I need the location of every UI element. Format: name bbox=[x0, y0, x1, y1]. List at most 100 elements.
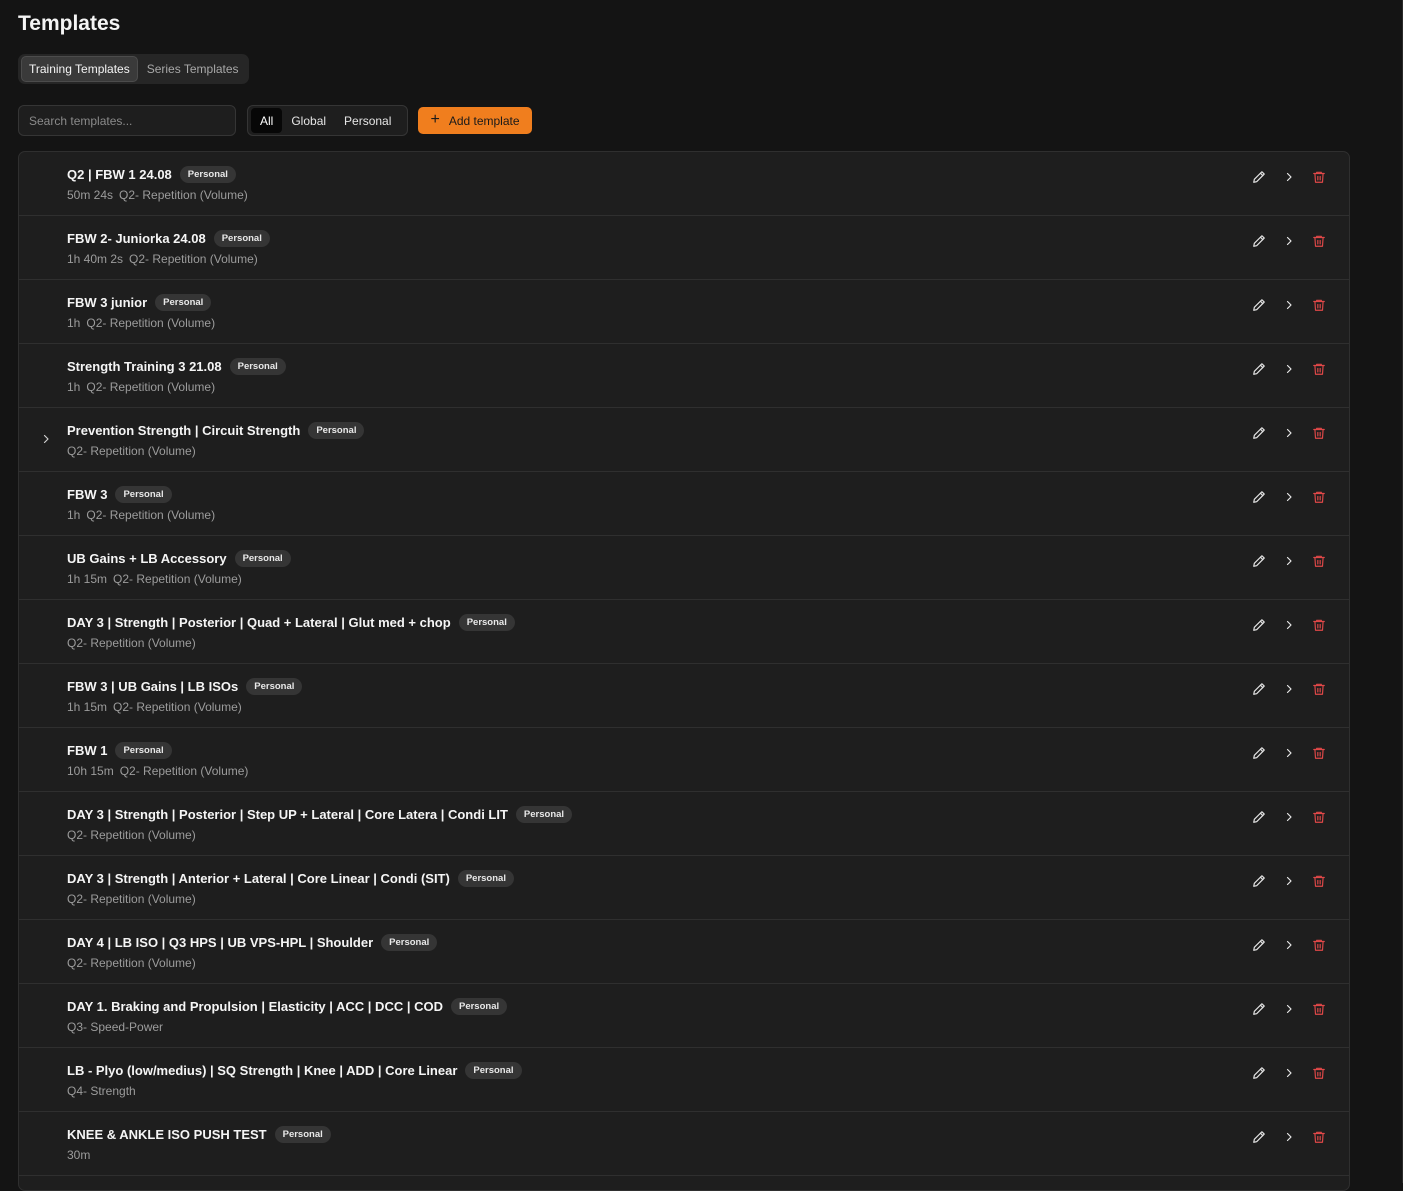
open-button[interactable] bbox=[1279, 423, 1299, 443]
edit-button[interactable] bbox=[1249, 999, 1269, 1019]
pencil-icon bbox=[1253, 875, 1265, 887]
open-button[interactable] bbox=[1279, 615, 1299, 635]
trash-icon bbox=[1313, 427, 1325, 439]
row-actions bbox=[1249, 679, 1329, 699]
template-row[interactable]: FBW 1 Personal 10h 15m Q2- Repetition (Vo… bbox=[19, 728, 1349, 792]
delete-button[interactable] bbox=[1309, 999, 1329, 1019]
template-row[interactable]: FBW 2- Juniorka 24.08 Personal 1h 40m 2s… bbox=[19, 216, 1349, 280]
edit-button[interactable] bbox=[1249, 359, 1269, 379]
search-input[interactable] bbox=[18, 105, 236, 136]
row-actions bbox=[1249, 615, 1329, 635]
open-button[interactable] bbox=[1279, 743, 1299, 763]
filter-all-button[interactable]: All bbox=[251, 108, 283, 133]
delete-button[interactable] bbox=[1309, 679, 1329, 699]
expand-chevron-icon[interactable] bbox=[40, 432, 52, 446]
open-button[interactable] bbox=[1279, 1063, 1299, 1083]
trash-icon bbox=[1313, 939, 1325, 951]
delete-button[interactable] bbox=[1309, 807, 1329, 827]
template-title-line: FBW 2- Juniorka 24.08 Personal bbox=[67, 230, 270, 247]
edit-button[interactable] bbox=[1249, 1063, 1269, 1083]
edit-button[interactable] bbox=[1249, 679, 1269, 699]
edit-button[interactable] bbox=[1249, 487, 1269, 507]
open-button[interactable] bbox=[1279, 359, 1299, 379]
chevron-right-icon bbox=[1286, 172, 1292, 182]
delete-button[interactable] bbox=[1309, 1127, 1329, 1147]
delete-button[interactable] bbox=[1309, 1063, 1329, 1083]
template-row[interactable]: DAY 3 | Strength | Anterior + Lateral | … bbox=[19, 856, 1349, 920]
open-button[interactable] bbox=[1279, 551, 1299, 571]
scope-badge: Personal bbox=[515, 806, 573, 823]
trash-icon bbox=[1313, 491, 1325, 503]
delete-button[interactable] bbox=[1309, 231, 1329, 251]
template-row[interactable]: DAY 4 | LB ISO | Q3 HPS | UB VPS-HPL | S… bbox=[19, 920, 1349, 984]
delete-button[interactable] bbox=[1309, 167, 1329, 187]
open-button[interactable] bbox=[1279, 679, 1299, 699]
template-row[interactable]: UB Gains + LB Accessory Personal 1h 15m Q… bbox=[19, 536, 1349, 600]
template-title-line: FBW 3 junior Personal bbox=[67, 294, 212, 311]
template-row[interactable]: FBW 3 | UB Gains | LB ISOs Personal 1h 1… bbox=[19, 664, 1349, 728]
pencil-icon bbox=[1253, 683, 1265, 695]
edit-button[interactable] bbox=[1249, 935, 1269, 955]
open-button[interactable] bbox=[1279, 167, 1299, 187]
template-row[interactable]: LB - Plyo (low/medius) | SQ Strength | K… bbox=[19, 1048, 1349, 1112]
template-row[interactable]: Prevention Strength | Circuit Strength P… bbox=[19, 408, 1349, 472]
edit-button[interactable] bbox=[1249, 423, 1269, 443]
delete-button[interactable] bbox=[1309, 487, 1329, 507]
template-title-line: FBW 3 Personal bbox=[67, 486, 172, 503]
scope-badge: Personal bbox=[274, 1126, 331, 1143]
open-button[interactable] bbox=[1279, 935, 1299, 955]
template-row[interactable]: FBW 3 junior Personal 1h Q2- Repetition (… bbox=[19, 280, 1349, 344]
open-button[interactable] bbox=[1279, 999, 1299, 1019]
delete-button[interactable] bbox=[1309, 295, 1329, 315]
tab-training-templates[interactable]: Training Templates bbox=[21, 56, 138, 82]
delete-button[interactable] bbox=[1309, 935, 1329, 955]
edit-button[interactable] bbox=[1249, 743, 1269, 763]
add-template-label: Add template bbox=[448, 113, 520, 128]
open-button[interactable] bbox=[1279, 871, 1299, 891]
filter-personal-button[interactable]: Personal bbox=[335, 108, 400, 133]
template-row[interactable]: Q2 | FBW 1 24.08 Personal 50m 24s Q2- Rep… bbox=[19, 152, 1349, 216]
delete-button[interactable] bbox=[1309, 871, 1329, 891]
edit-button[interactable] bbox=[1249, 871, 1269, 891]
filter-global-button[interactable]: Global bbox=[282, 108, 335, 133]
pencil-icon bbox=[1253, 1067, 1265, 1079]
delete-button[interactable] bbox=[1309, 615, 1329, 635]
template-title-line: DAY 3 | Strength | Anterior + Lateral | … bbox=[67, 870, 514, 887]
scope-badge: Personal bbox=[457, 870, 514, 887]
template-row[interactable]: DAY 1. Braking and Propulsion | Elastici… bbox=[19, 984, 1349, 1048]
open-button[interactable] bbox=[1279, 1127, 1299, 1147]
delete-button[interactable] bbox=[1309, 551, 1329, 571]
template-category: Q2- Repetition (Volume) bbox=[67, 892, 196, 906]
edit-button[interactable] bbox=[1249, 295, 1269, 315]
edit-button[interactable] bbox=[1249, 1127, 1269, 1147]
edit-button[interactable] bbox=[1249, 167, 1269, 187]
open-button[interactable] bbox=[1279, 231, 1299, 251]
delete-button[interactable] bbox=[1309, 359, 1329, 379]
delete-button[interactable] bbox=[1309, 423, 1329, 443]
template-title: KNEE & ANKLE ISO PUSH TEST bbox=[67, 1127, 267, 1142]
template-row[interactable]: Strength Training 3 21.08 Personal 1h Q2-… bbox=[19, 344, 1349, 408]
template-row[interactable]: FBW 3 Personal 1h Q2- Repetition (Volume) bbox=[19, 472, 1349, 536]
template-meta: 1h Q2- Repetition (Volume) bbox=[67, 508, 215, 522]
template-row[interactable]: DAY 3 | Strength | Posterior | Quad + La… bbox=[19, 600, 1349, 664]
edit-button[interactable] bbox=[1249, 231, 1269, 251]
template-title: FBW 3 bbox=[67, 487, 108, 502]
delete-button[interactable] bbox=[1309, 743, 1329, 763]
edit-button[interactable] bbox=[1249, 551, 1269, 571]
edit-button[interactable] bbox=[1249, 615, 1269, 635]
chevron-right-icon bbox=[1286, 812, 1292, 822]
open-button[interactable] bbox=[1279, 295, 1299, 315]
template-title: LB - Plyo (low/medius) | SQ Strength | K… bbox=[67, 1063, 458, 1078]
template-duration: 1h bbox=[67, 380, 81, 394]
open-button[interactable] bbox=[1279, 487, 1299, 507]
template-title: FBW 2- Juniorka 24.08 bbox=[67, 231, 206, 246]
pencil-icon bbox=[1253, 235, 1265, 247]
edit-button[interactable] bbox=[1249, 807, 1269, 827]
template-meta: Q2- Repetition (Volume) bbox=[67, 956, 196, 970]
template-row[interactable]: KNEE & ANKLE ISO PUSH TEST Personal 30m bbox=[19, 1112, 1349, 1176]
tab-series-templates[interactable]: Series Templates bbox=[140, 57, 246, 81]
template-duration: 50m 24s bbox=[67, 188, 114, 202]
add-template-button[interactable]: + Add template bbox=[418, 107, 532, 134]
open-button[interactable] bbox=[1279, 807, 1299, 827]
template-row[interactable]: DAY 3 | Strength | Posterior | Step UP +… bbox=[19, 792, 1349, 856]
